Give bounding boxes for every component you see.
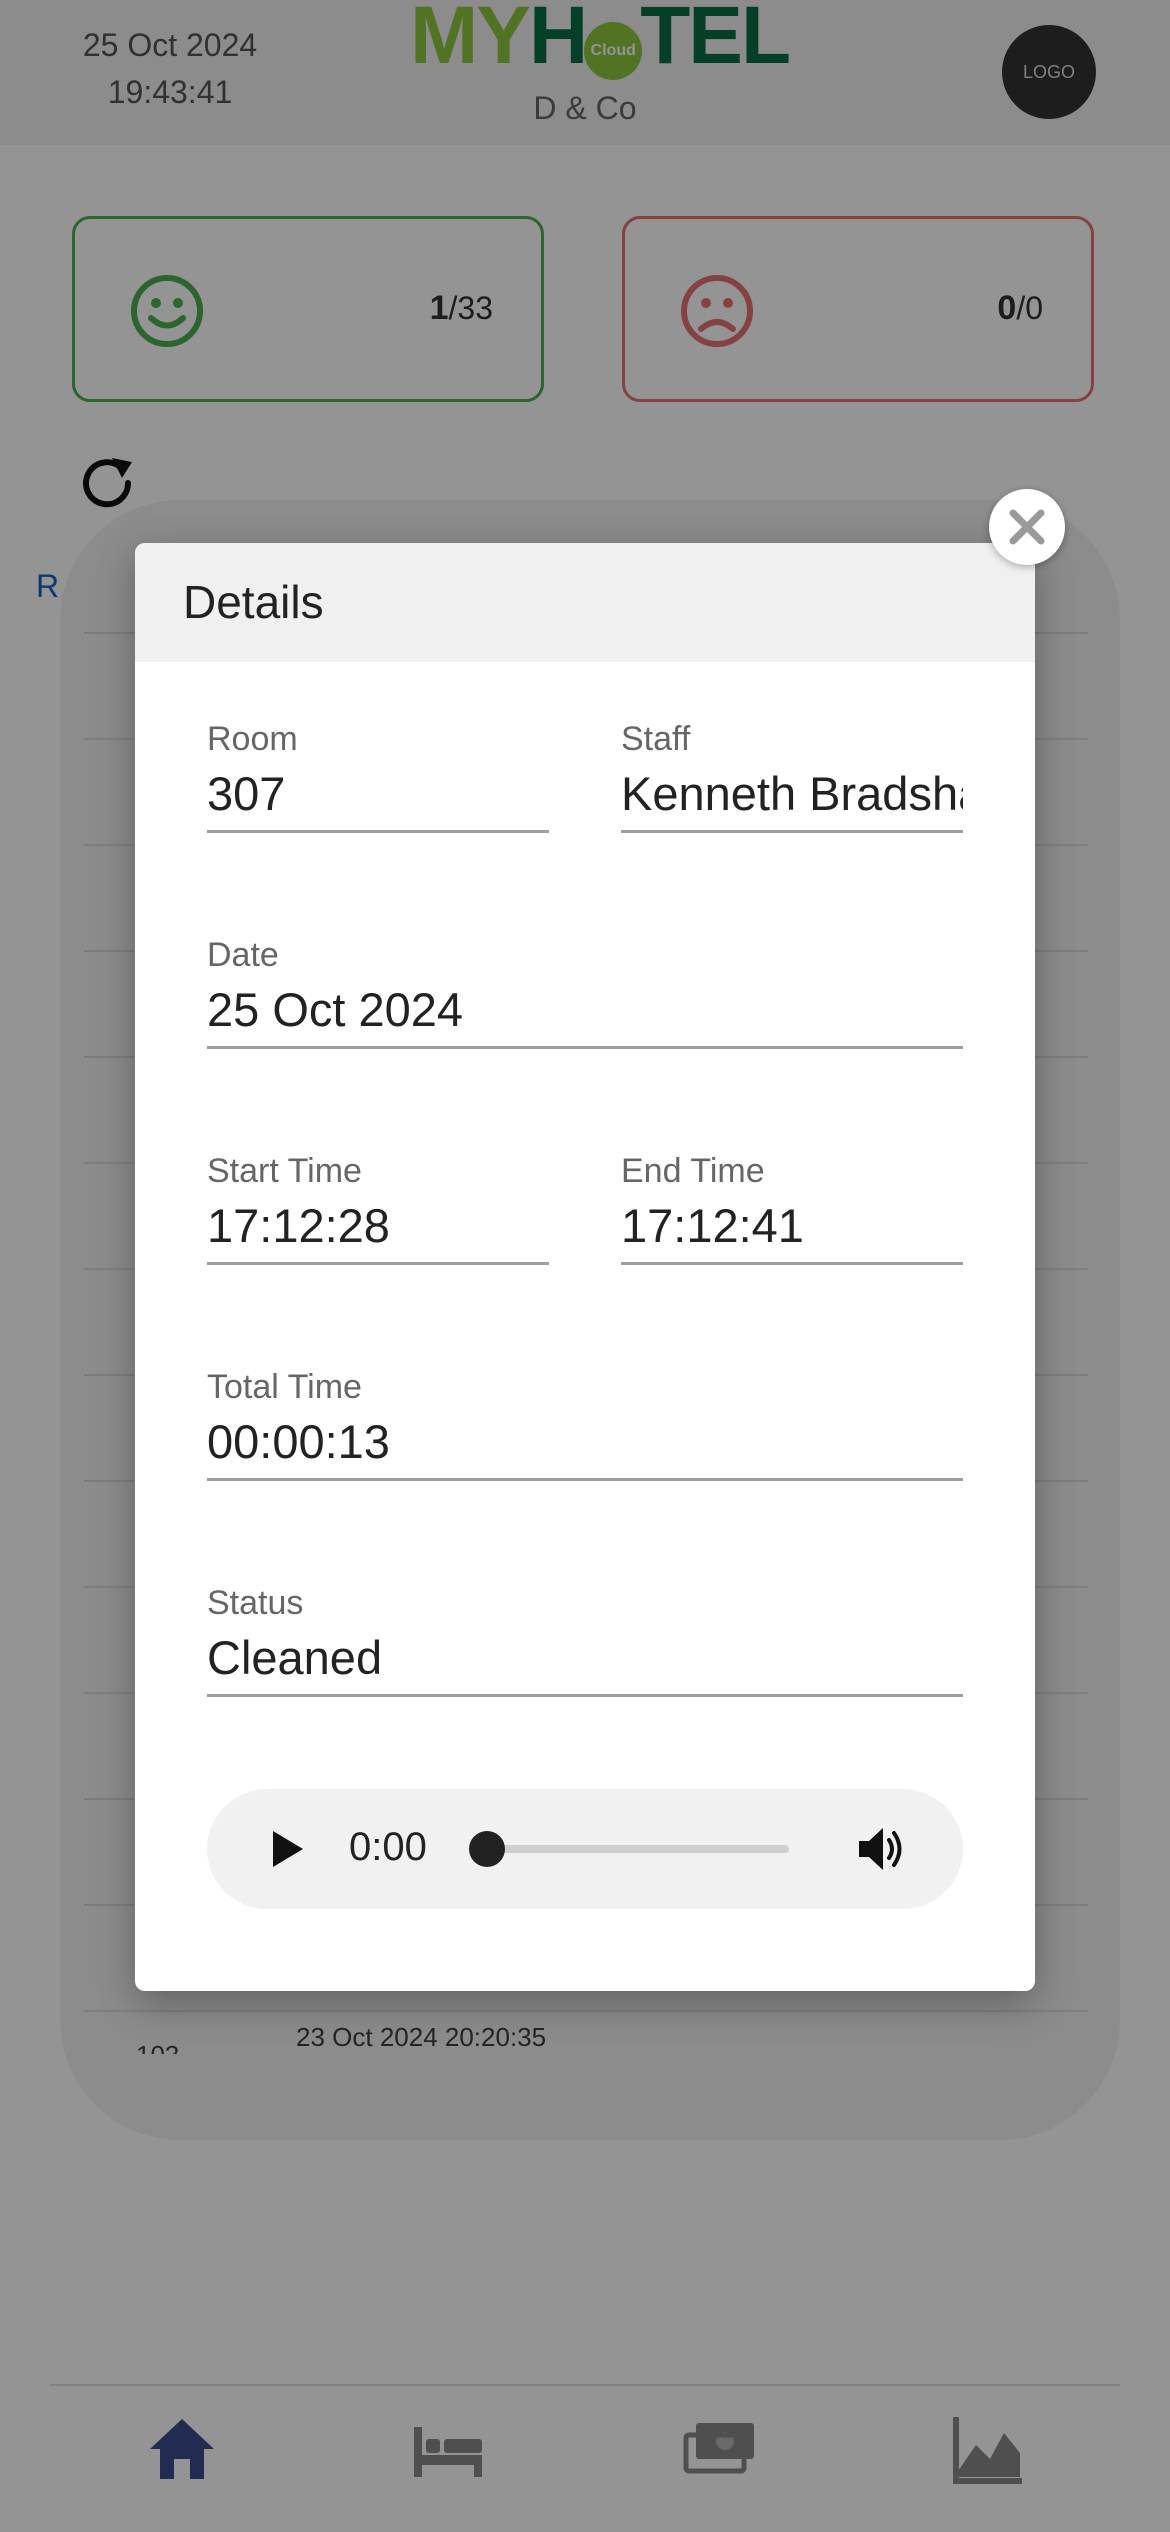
audio-player: 0:00 xyxy=(207,1789,963,1909)
total-time-value: 00:00:13 xyxy=(207,1415,390,1468)
close-icon xyxy=(1009,509,1045,545)
details-dialog: Details Room 307 Staff Kenneth Bradshaw … xyxy=(135,543,1035,1991)
end-time-label: End Time xyxy=(621,1152,765,1190)
start-time-label: Start Time xyxy=(207,1152,362,1190)
dialog-header: Details xyxy=(135,543,1035,662)
audio-seek-bar[interactable] xyxy=(479,1845,789,1853)
audio-seek-handle[interactable] xyxy=(469,1831,505,1867)
room-label: Room xyxy=(207,720,298,758)
volume-icon[interactable] xyxy=(857,1825,907,1873)
status-label: Status xyxy=(207,1584,304,1622)
date-label: Date xyxy=(207,936,279,974)
end-time-field[interactable]: End Time 17:12:41 xyxy=(621,1152,963,1265)
staff-field[interactable]: Staff Kenneth Bradshaw xyxy=(621,720,963,833)
room-value: 307 xyxy=(207,767,286,820)
close-button[interactable] xyxy=(989,489,1065,565)
total-time-label: Total Time xyxy=(207,1368,362,1406)
start-time-field[interactable]: Start Time 17:12:28 xyxy=(207,1152,549,1265)
status-value: Cleaned xyxy=(207,1631,383,1684)
play-icon[interactable] xyxy=(269,1829,305,1869)
date-value: 25 Oct 2024 xyxy=(207,983,464,1036)
staff-value: Kenneth Bradshaw xyxy=(621,767,963,820)
date-field[interactable]: Date 25 Oct 2024 xyxy=(207,936,963,1049)
dialog-title: Details xyxy=(183,576,324,628)
end-time-value: 17:12:41 xyxy=(621,1199,804,1252)
room-field[interactable]: Room 307 xyxy=(207,720,549,833)
total-time-field[interactable]: Total Time 00:00:13 xyxy=(207,1368,963,1481)
audio-current-time: 0:00 xyxy=(349,1825,427,1869)
staff-label: Staff xyxy=(621,720,691,758)
start-time-value: 17:12:28 xyxy=(207,1199,390,1252)
status-field[interactable]: Status Cleaned xyxy=(207,1584,963,1697)
